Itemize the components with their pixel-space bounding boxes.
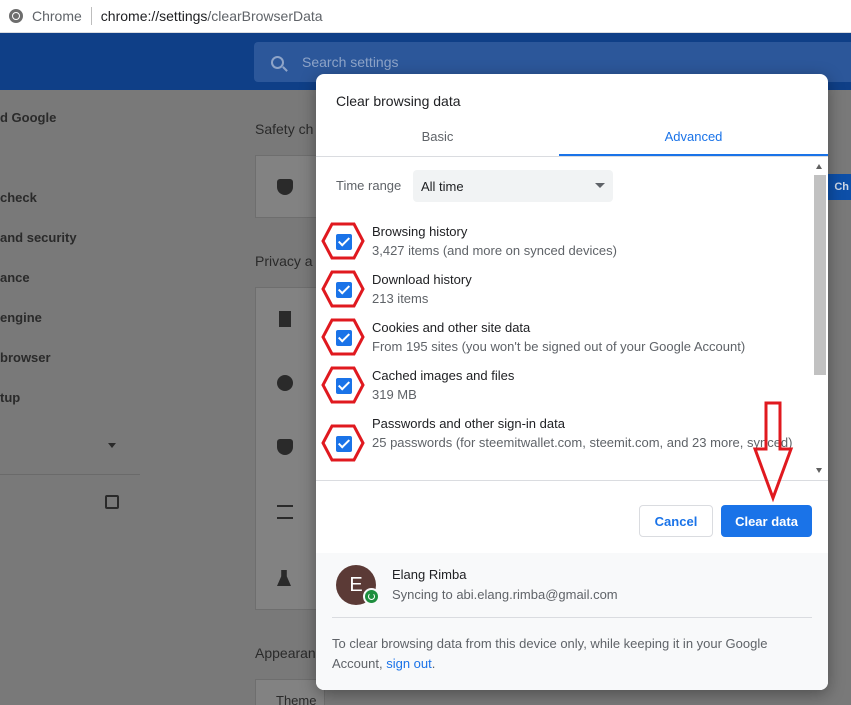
security-shield-icon (277, 439, 293, 455)
sync-icon (363, 588, 380, 605)
item-subtitle: 319 MB (372, 387, 417, 402)
sidebar-item-search-engine[interactable]: engine (0, 310, 42, 325)
chrome-icon (9, 9, 23, 23)
clear-browsing-data-dialog: Clear browsing data Basic Advanced Time … (316, 74, 828, 690)
external-link-icon[interactable] (105, 495, 119, 509)
sidebar-item-google[interactable]: d Google (0, 110, 56, 125)
passwords-checkbox[interactable] (336, 436, 352, 452)
sidebar-divider (0, 474, 140, 475)
account-name: Elang Rimba (392, 567, 467, 582)
shield-icon (277, 179, 293, 195)
sign-out-link[interactable]: sign out (386, 656, 432, 671)
sliders-icon (277, 505, 293, 519)
tab-basic[interactable]: Basic (316, 129, 559, 144)
item-subtitle: 213 items (372, 291, 429, 306)
download-history-checkbox[interactable] (336, 282, 352, 298)
item-title: Passwords and other sign-in data (372, 416, 565, 431)
item-title: Cookies and other site data (372, 320, 531, 335)
search-placeholder: Search settings (302, 54, 399, 70)
cached-images-checkbox[interactable] (336, 378, 352, 394)
dropdown-arrow-icon (595, 183, 605, 188)
browsing-history-checkbox[interactable] (336, 234, 352, 250)
scroll-up-arrow-icon[interactable] (816, 164, 822, 169)
list-item: Browsing history 3,427 items (and more o… (316, 221, 816, 269)
time-range-select[interactable]: All time (413, 170, 613, 202)
dialog-title: Clear browsing data (336, 93, 461, 109)
time-range-value: All time (421, 178, 464, 194)
item-subtitle: From 195 sites (you won't be signed out … (372, 339, 746, 354)
clear-data-button[interactable]: Clear data (721, 505, 812, 537)
section-title-appearance: Appearan (255, 645, 316, 661)
search-icon (271, 55, 284, 69)
item-subtitle: 3,427 items (and more on synced devices) (372, 243, 617, 258)
cookie-icon (277, 375, 293, 391)
address-bar[interactable]: Chrome chrome://settings/clearBrowserDat… (0, 0, 851, 33)
section-title-privacy: Privacy a (255, 253, 313, 269)
safety-check-button[interactable]: Ch (825, 174, 851, 200)
url-text[interactable]: chrome://settings/clearBrowserData (101, 8, 323, 24)
tab-advanced[interactable]: Advanced (559, 129, 828, 144)
footer-divider (332, 617, 812, 618)
sidebar-item-appearance[interactable]: ance (0, 270, 30, 285)
url-host: chrome://settings (100, 8, 208, 24)
tabs-divider (316, 156, 828, 157)
footer-note-end: . (431, 656, 436, 671)
scroll-down-arrow-icon[interactable] (816, 468, 822, 473)
scrollbar-thumb[interactable] (814, 175, 826, 375)
list-item: Download history 213 items (316, 269, 816, 317)
app-name: Chrome (32, 8, 82, 24)
sidebar-item-privacy-security[interactable]: and security (0, 230, 77, 245)
sidebar-item-safety-check[interactable]: check (0, 190, 37, 205)
account-sync-status: Syncing to abi.elang.rimba@gmail.com (392, 587, 618, 602)
cancel-button[interactable]: Cancel (639, 505, 713, 537)
item-title: Cached images and files (372, 368, 515, 383)
theme-label: Theme (276, 693, 317, 705)
red-arrow-annotation (752, 401, 794, 503)
list-item: Passwords and other sign-in data 25 pass… (316, 413, 816, 477)
section-title-safety: Safety ch (255, 121, 314, 137)
sidebar-item-default-browser[interactable]: browser (0, 350, 51, 365)
url-path: /clearBrowserData (207, 8, 323, 24)
sidebar-item-on-startup[interactable]: tup (0, 390, 20, 405)
footer-note: To clear browsing data from this device … (332, 634, 802, 674)
address-separator (90, 7, 92, 25)
chevron-down-icon[interactable] (108, 443, 116, 448)
list-item: Cached images and files 319 MB (316, 365, 816, 413)
time-range-label: Time range (336, 178, 402, 193)
trash-icon (279, 311, 291, 327)
list-item: Cookies and other site data From 195 sit… (316, 317, 816, 365)
cookies-checkbox[interactable] (336, 330, 352, 346)
item-subtitle: 25 passwords (for steemitwallet.com, ste… (372, 435, 793, 450)
item-title: Download history (372, 272, 472, 287)
item-title: Browsing history (372, 224, 468, 239)
